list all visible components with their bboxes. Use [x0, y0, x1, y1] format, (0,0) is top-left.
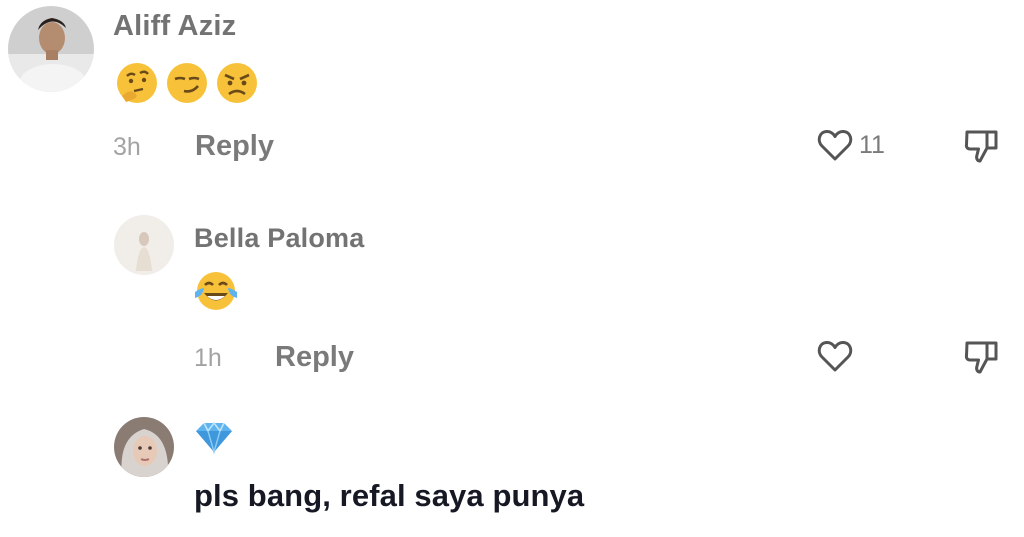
gem-stone-icon — [196, 421, 232, 455]
reply-button[interactable]: Reply — [275, 341, 354, 374]
comment-emojis — [192, 268, 240, 314]
comment-timestamp: 1h — [194, 344, 222, 372]
like-count: 11 — [859, 130, 885, 159]
thinking-face-emoji — [117, 63, 157, 103]
dislike-button[interactable] — [963, 338, 1001, 381]
smirking-face-emoji — [167, 63, 207, 103]
like-button[interactable]: 11 — [817, 128, 885, 162]
like-button[interactable] — [817, 339, 859, 373]
face-with-tears-of-joy-emoji — [195, 272, 237, 310]
heart-outline-icon — [817, 129, 853, 161]
username[interactable]: Bella Paloma — [194, 223, 364, 254]
avatar[interactable] — [8, 6, 94, 92]
username-emoji[interactable] — [193, 420, 235, 459]
thumbs-down-icon — [964, 341, 998, 374]
username[interactable]: Aliff Aziz — [113, 10, 236, 43]
avatar[interactable] — [114, 417, 174, 477]
comment-text: pls bang, refal saya punya — [194, 478, 585, 513]
angry-face-emoji — [217, 63, 257, 103]
avatar[interactable] — [114, 215, 174, 275]
comment-emojis — [114, 60, 260, 106]
comment-timestamp: 3h — [113, 133, 141, 161]
reply-button[interactable]: Reply — [195, 130, 274, 163]
dislike-button[interactable] — [963, 127, 1001, 170]
thumbs-down-icon — [964, 130, 998, 163]
heart-outline-icon — [817, 340, 853, 372]
